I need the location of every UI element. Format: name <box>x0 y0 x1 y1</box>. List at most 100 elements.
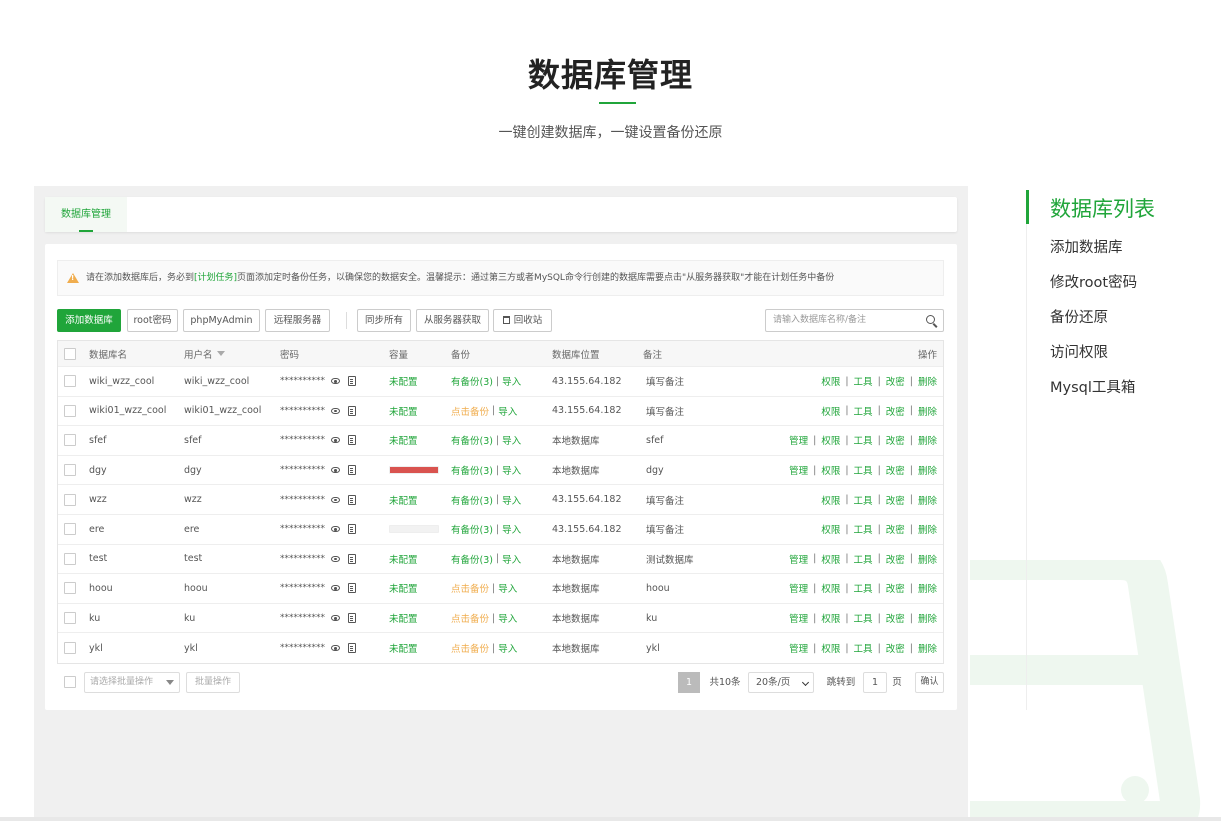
op-change-password[interactable]: 改密 <box>886 522 905 536</box>
db-note[interactable]: 填写备注 <box>646 515 684 544</box>
op-permission[interactable]: 权限 <box>821 611 840 625</box>
db-note[interactable]: ku <box>646 604 657 633</box>
page-current[interactable]: 1 <box>678 672 700 693</box>
search-icon[interactable] <box>926 315 935 324</box>
backup-link[interactable]: 有备份(3) <box>451 433 493 447</box>
db-note[interactable]: 填写备注 <box>646 485 684 514</box>
backup-link[interactable]: 有备份(3) <box>451 493 493 507</box>
recycle-bin-button[interactable]: 回收站 <box>493 309 552 332</box>
copy-icon[interactable] <box>348 553 356 564</box>
copy-icon[interactable] <box>348 376 356 387</box>
copy-icon[interactable] <box>348 583 356 594</box>
op-change-password[interactable]: 改密 <box>886 463 905 477</box>
cron-task-link[interactable]: [计划任务] <box>194 273 237 283</box>
capacity-value[interactable]: 未配置 <box>389 493 418 507</box>
row-checkbox[interactable] <box>64 523 76 536</box>
op-change-password[interactable]: 改密 <box>886 493 905 507</box>
op-tools[interactable]: 工具 <box>854 463 873 477</box>
backup-link[interactable]: 有备份(3) <box>451 552 493 566</box>
op-tools[interactable]: 工具 <box>854 493 873 507</box>
db-note[interactable]: 填写备注 <box>646 397 684 426</box>
row-checkbox[interactable] <box>64 493 76 506</box>
db-note[interactable]: dgy <box>646 456 664 485</box>
eye-icon[interactable] <box>331 437 340 444</box>
db-note[interactable]: 测试数据库 <box>646 545 694 574</box>
op-manage[interactable]: 管理 <box>789 463 808 477</box>
op-manage[interactable]: 管理 <box>789 641 808 655</box>
row-checkbox[interactable] <box>64 582 76 595</box>
op-permission[interactable]: 权限 <box>821 552 840 566</box>
op-tools[interactable]: 工具 <box>854 433 873 447</box>
op-permission[interactable]: 权限 <box>821 581 840 595</box>
op-permission[interactable]: 权限 <box>821 433 840 447</box>
op-tools[interactable]: 工具 <box>854 581 873 595</box>
jump-page-input[interactable]: 1 <box>863 672 887 693</box>
row-checkbox[interactable] <box>64 642 76 655</box>
backup-link[interactable]: 有备份(3) <box>451 463 493 477</box>
op-tools[interactable]: 工具 <box>854 404 873 418</box>
backup-link[interactable]: 点击备份 <box>451 581 489 595</box>
op-change-password[interactable]: 改密 <box>886 611 905 625</box>
select-all-checkbox[interactable] <box>64 347 76 360</box>
op-tools[interactable]: 工具 <box>854 522 873 536</box>
capacity-value[interactable]: 未配置 <box>389 641 418 655</box>
footer-select-checkbox[interactable] <box>64 676 76 688</box>
sync-all-button[interactable]: 同步所有 <box>357 309 411 332</box>
op-manage[interactable]: 管理 <box>789 581 808 595</box>
eye-icon[interactable] <box>331 615 340 622</box>
op-permission[interactable]: 权限 <box>821 493 840 507</box>
side-nav-mysql-toolbox[interactable]: Mysql工具箱 <box>1050 376 1135 397</box>
copy-icon[interactable] <box>348 465 356 476</box>
op-delete[interactable]: 删除 <box>918 522 937 536</box>
eye-icon[interactable] <box>331 467 340 474</box>
page-size-select[interactable]: 20条/页 <box>748 672 814 693</box>
eye-icon[interactable] <box>331 526 340 533</box>
capacity-value[interactable]: 未配置 <box>389 552 418 566</box>
db-note[interactable]: hoou <box>646 574 670 603</box>
side-nav-database-list[interactable]: 数据库列表 <box>1050 193 1155 223</box>
header-user[interactable]: 用户名 <box>184 341 225 366</box>
get-from-server-button[interactable]: 从服务器获取 <box>416 309 489 332</box>
side-nav-backup-restore[interactable]: 备份还原 <box>1050 306 1108 327</box>
db-note[interactable]: sfef <box>646 426 663 455</box>
capacity-bar[interactable] <box>389 525 439 534</box>
op-change-password[interactable]: 改密 <box>886 433 905 447</box>
op-change-password[interactable]: 改密 <box>886 552 905 566</box>
phpmyadmin-button[interactable]: phpMyAdmin <box>183 309 260 332</box>
tab-database-manage[interactable]: 数据库管理 <box>45 197 127 232</box>
import-link[interactable]: 导入 <box>502 522 521 536</box>
op-delete[interactable]: 删除 <box>918 552 937 566</box>
root-password-button[interactable]: root密码 <box>127 309 178 332</box>
row-checkbox[interactable] <box>64 552 76 565</box>
op-permission[interactable]: 权限 <box>821 404 840 418</box>
search-input[interactable]: 请输入数据库名称/备注 <box>765 309 944 332</box>
op-manage[interactable]: 管理 <box>789 611 808 625</box>
op-delete[interactable]: 删除 <box>918 374 937 388</box>
row-checkbox[interactable] <box>64 375 76 388</box>
op-delete[interactable]: 删除 <box>918 493 937 507</box>
import-link[interactable]: 导入 <box>498 404 517 418</box>
import-link[interactable]: 导入 <box>502 374 521 388</box>
import-link[interactable]: 导入 <box>498 581 517 595</box>
import-link[interactable]: 导入 <box>498 641 517 655</box>
op-change-password[interactable]: 改密 <box>886 641 905 655</box>
import-link[interactable]: 导入 <box>502 493 521 507</box>
op-delete[interactable]: 删除 <box>918 641 937 655</box>
copy-icon[interactable] <box>348 613 356 624</box>
op-delete[interactable]: 删除 <box>918 581 937 595</box>
op-permission[interactable]: 权限 <box>821 522 840 536</box>
backup-link[interactable]: 点击备份 <box>451 611 489 625</box>
import-link[interactable]: 导入 <box>502 463 521 477</box>
capacity-value[interactable]: 未配置 <box>389 374 418 388</box>
remote-server-button[interactable]: 远程服务器 <box>265 309 330 332</box>
capacity-value[interactable]: 未配置 <box>389 611 418 625</box>
op-change-password[interactable]: 改密 <box>886 404 905 418</box>
op-delete[interactable]: 删除 <box>918 433 937 447</box>
eye-icon[interactable] <box>331 378 340 385</box>
eye-icon[interactable] <box>331 645 340 652</box>
copy-icon[interactable] <box>348 643 356 654</box>
copy-icon[interactable] <box>348 524 356 535</box>
copy-icon[interactable] <box>348 405 356 416</box>
op-permission[interactable]: 权限 <box>821 641 840 655</box>
op-delete[interactable]: 删除 <box>918 404 937 418</box>
